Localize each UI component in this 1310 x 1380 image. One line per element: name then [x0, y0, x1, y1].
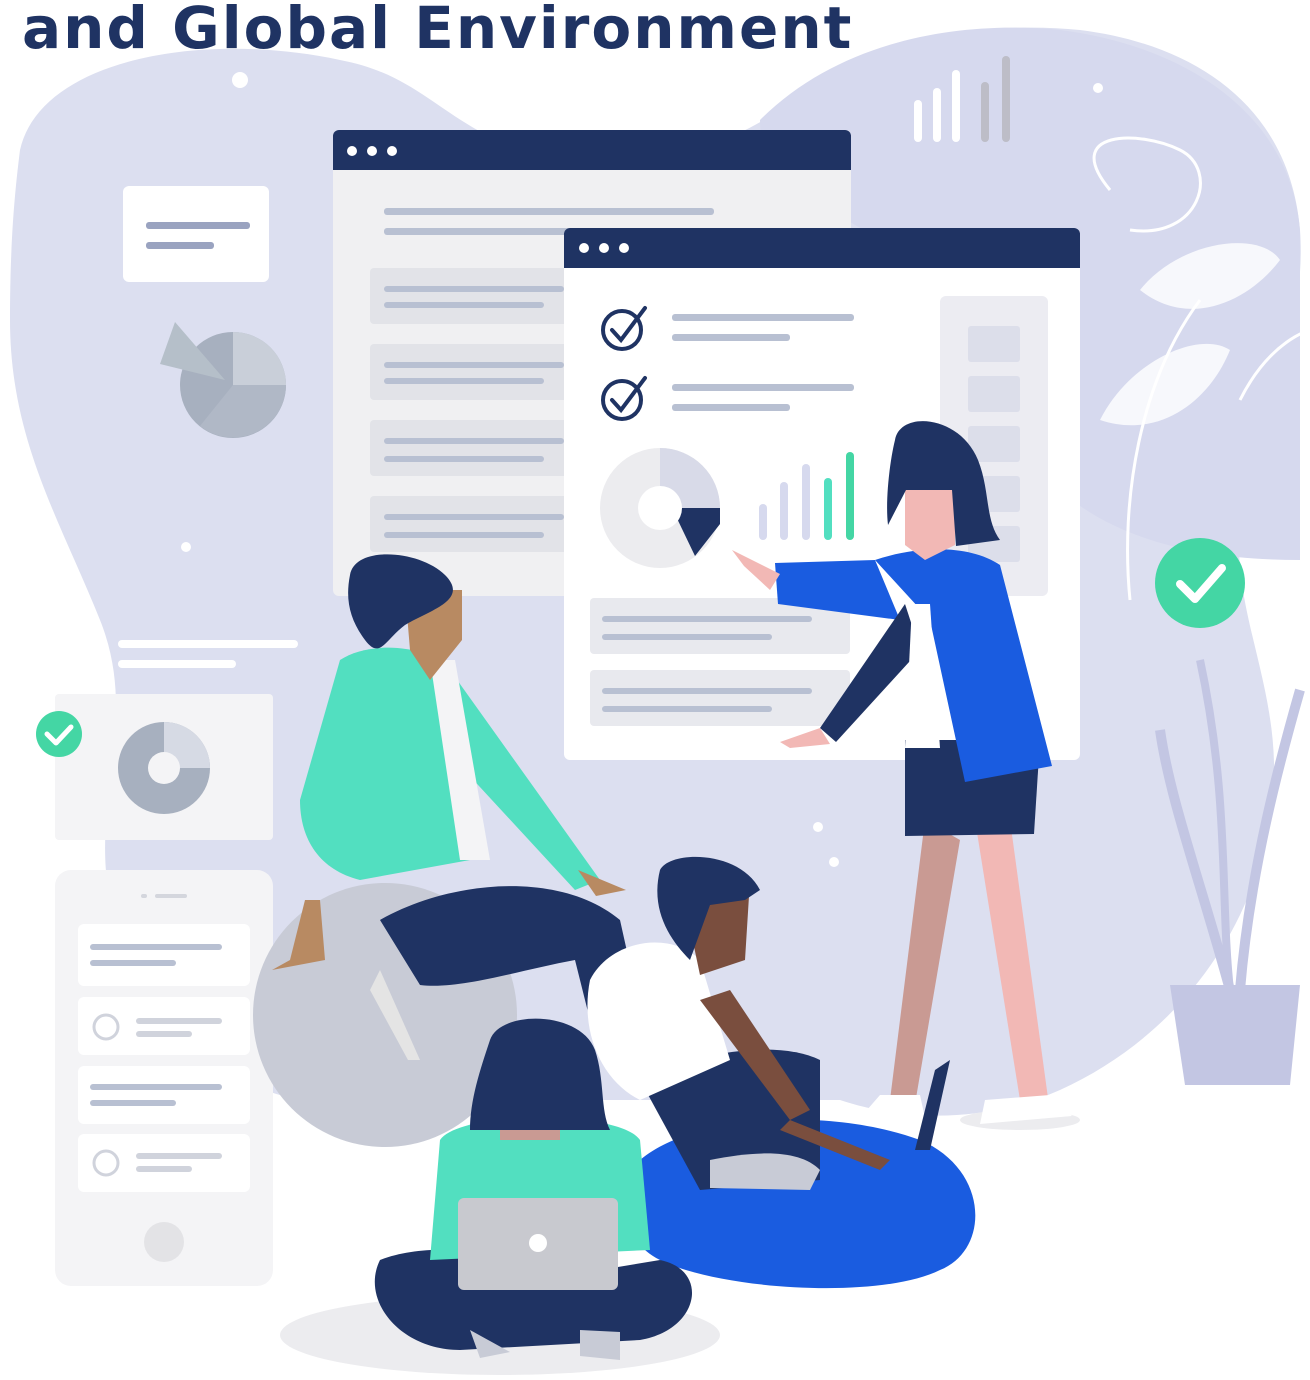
dot-decor: [829, 857, 839, 867]
page-title: and Global Environment: [22, 0, 854, 62]
dot-decor: [813, 822, 823, 832]
window-dots-icon: [579, 243, 629, 253]
phone-mockup: [55, 870, 273, 1286]
dot-decor: [232, 72, 248, 88]
decor-line: [118, 640, 298, 648]
pie-chart-icon: [600, 448, 720, 568]
window-dots-icon: [347, 146, 397, 156]
small-card: [123, 186, 269, 282]
dot-decor: [1093, 83, 1103, 93]
dot-decor: [181, 542, 191, 552]
illustration: [10, 27, 1310, 1375]
donut-card: [55, 694, 273, 840]
check-circle-icon: [1155, 538, 1245, 628]
check-circle-icon: [36, 711, 82, 757]
decor-line: [118, 660, 236, 668]
